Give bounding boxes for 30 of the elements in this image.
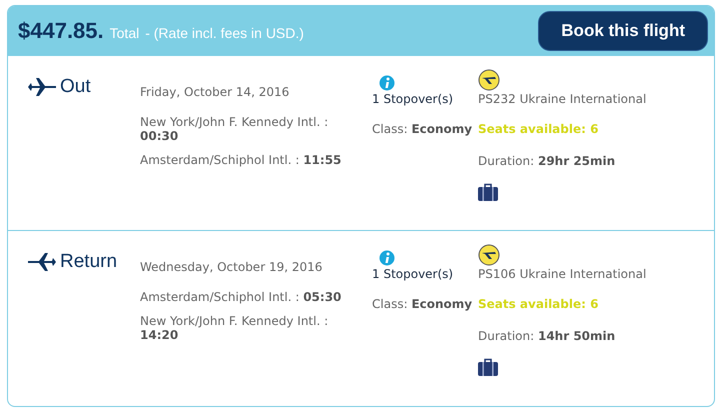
- stopover-link[interactable]: 1 Stopover(s): [372, 266, 478, 281]
- airline-logo-icon: [478, 69, 500, 91]
- class-info: Class: Economy: [372, 122, 474, 136]
- seats-available: Seats available: 6: [478, 122, 600, 136]
- leg-label: Out: [60, 76, 91, 98]
- seats-available: Seats available: 6: [478, 297, 600, 311]
- plane-icon: [28, 252, 56, 272]
- airline-flight: PS106 Ukraine International: [478, 266, 646, 281]
- stopover-link[interactable]: 1 Stopover(s): [372, 91, 478, 106]
- total-label: Total: [110, 25, 140, 41]
- airport-time: Amsterdam/Schiphol Intl. : 11:55: [140, 153, 342, 167]
- baggage-icon[interactable]: [478, 183, 498, 201]
- flight-duration: Duration: 29hr 25min: [478, 154, 616, 168]
- airline-flight: PS232 Ukraine International: [478, 91, 646, 106]
- info-icon[interactable]: [379, 250, 395, 266]
- airport-time: New York/John F. Kennedy Intl. : 14:20: [140, 314, 330, 342]
- book-button[interactable]: Book this flight: [538, 11, 708, 51]
- baggage-icon[interactable]: [478, 358, 498, 376]
- info-icon[interactable]: [379, 75, 395, 91]
- flight-date: Friday, October 14, 2016: [140, 85, 290, 99]
- class-info: Class: Economy: [372, 297, 474, 311]
- airport-time: New York/John F. Kennedy Intl. : 00:30: [140, 115, 330, 143]
- total-price: $447.85.: [18, 18, 104, 44]
- plane-icon: [28, 77, 56, 97]
- airport-time: Amsterdam/Schiphol Intl. : 05:30: [140, 290, 342, 304]
- flight-date: Wednesday, October 19, 2016: [140, 260, 324, 274]
- rate-note: - (Rate incl. fees in USD.): [145, 25, 304, 41]
- leg-label: Return: [60, 251, 118, 273]
- flight-duration: Duration: 14hr 50min: [478, 329, 616, 343]
- airline-logo-icon: [478, 244, 500, 266]
